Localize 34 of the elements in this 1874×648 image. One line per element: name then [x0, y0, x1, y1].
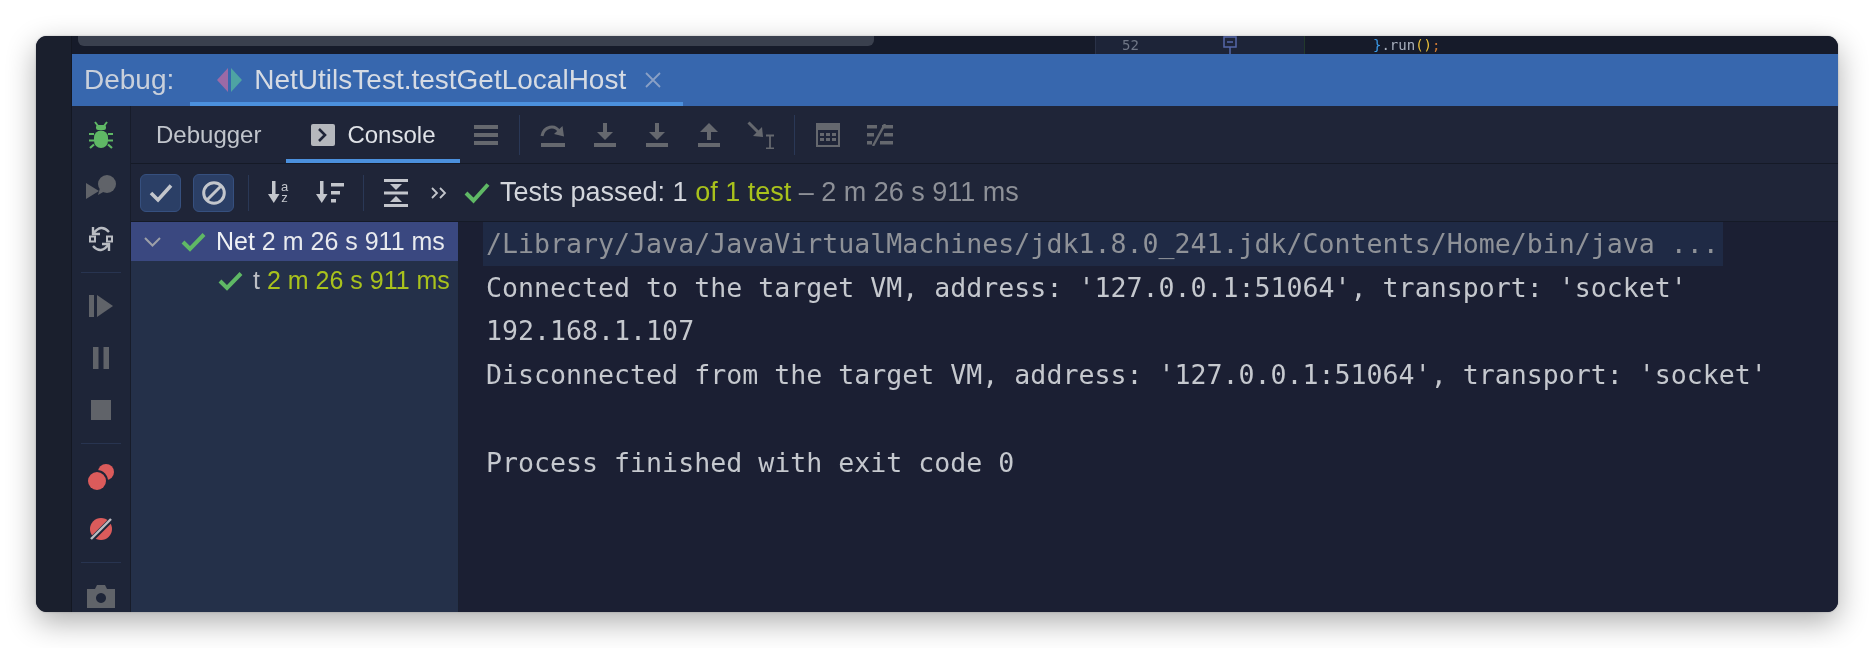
muted-breakpoint-icon[interactable]	[89, 517, 113, 541]
console-line: Connected to the target VM, address: '127.0.0.1:51064', transport: 'socket'	[485, 270, 1688, 305]
test-name[interactable]: t	[253, 266, 260, 294]
scrollbar-thumb[interactable]	[78, 36, 874, 46]
double-chevron-icon[interactable]	[431, 186, 447, 199]
show-ignored-button[interactable]	[193, 173, 234, 212]
check-icon	[464, 181, 490, 204]
rotate-arrows-icon[interactable]	[89, 224, 113, 254]
console-line: Process finished with exit code 0	[485, 445, 1016, 480]
no-sign-icon	[201, 180, 226, 205]
terminal-icon	[311, 123, 336, 146]
console-line: 192.168.1.107	[485, 314, 696, 349]
code-line: }.run();	[1373, 36, 1441, 54]
test-duration: 2 m 26 s 911 ms	[266, 266, 450, 294]
test-status-text: Tests passed: 1 of 1 test – 2 m 26 s 911 ms	[500, 177, 1019, 208]
close-icon[interactable]	[645, 72, 662, 88]
fold-marker-icon[interactable]	[1222, 36, 1237, 54]
show-passed-button[interactable]	[140, 173, 181, 212]
console-line: Disconnected from the target VM, address: '127.0.0.1:51064', transport: 'socket'	[485, 358, 1768, 393]
tree-row-highlight[interactable]: Net 2 m 26 s 911 ms	[131, 222, 458, 261]
sort-duration-icon	[316, 180, 344, 205]
expand-all-icon[interactable]	[384, 178, 408, 207]
debug-label: Debug:	[84, 64, 175, 96]
test-duration: 2 m 26 s 911 ms	[261, 227, 445, 255]
chevron-down-icon[interactable]	[144, 236, 161, 247]
sort-alphabetically-button[interactable]: a z	[257, 173, 299, 212]
bug-icon[interactable]	[89, 121, 113, 149]
check-icon	[148, 182, 173, 203]
test-name[interactable]: Net	[216, 227, 255, 255]
tab[interactable]: Debugger	[131, 106, 287, 163]
down-arrow-icon	[267, 180, 280, 205]
breakpoints-icon[interactable]	[88, 464, 114, 490]
split-diamond-icon	[217, 68, 243, 92]
line-number: 52	[1122, 36, 1139, 54]
